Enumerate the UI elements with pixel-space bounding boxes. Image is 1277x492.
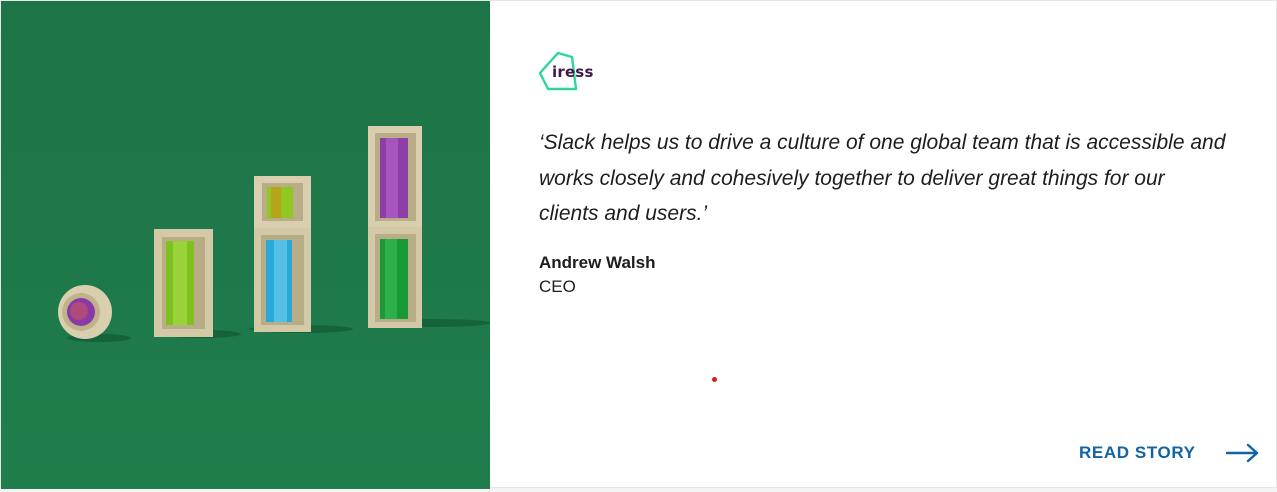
lime-block [254,176,311,228]
company-logo: iress [538,51,608,95]
read-story-label: READ STORY [1079,443,1196,462]
blue-block [254,228,311,332]
author-name: Andrew Walsh [539,253,656,272]
logo-text: iress [552,63,594,81]
green-block [154,229,213,337]
testimonial-quote: ‘Slack helps us to drive a culture of on… [539,131,1226,225]
ring-block [58,285,112,339]
purple-block [368,126,422,227]
arrow-right-icon [1225,443,1258,463]
author-title: CEO [539,277,576,296]
read-story-link[interactable]: READ STORY [1079,443,1260,463]
dark-green-block [368,227,422,328]
indicator-dot [712,377,717,382]
story-image [1,1,490,489]
customer-story-card: iress ‘Slack helps us to drive a culture… [0,0,1277,489]
story-content: iress ‘Slack helps us to drive a culture… [490,1,1277,489]
